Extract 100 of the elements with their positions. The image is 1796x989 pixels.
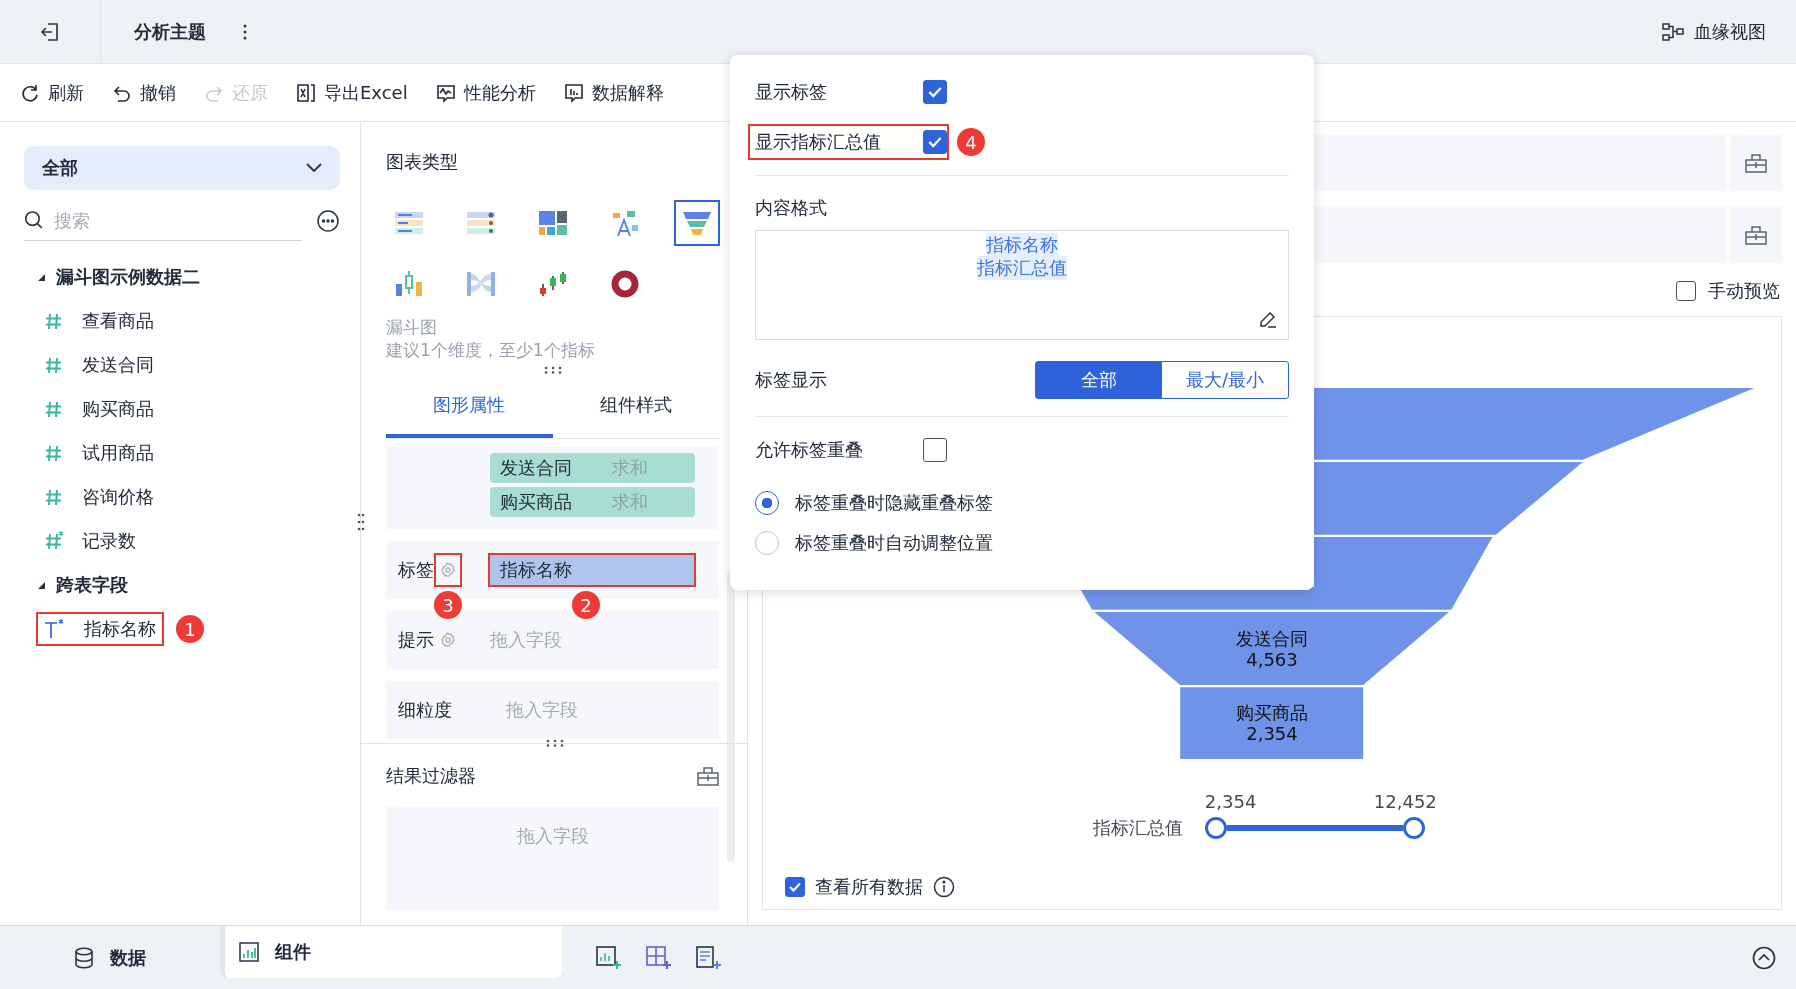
hash-icon bbox=[44, 487, 64, 507]
edit-icon[interactable] bbox=[1258, 309, 1278, 329]
measure-name: 购买商品 bbox=[500, 490, 572, 514]
segment-button[interactable]: 全部 bbox=[1036, 362, 1162, 398]
lineage-icon bbox=[1662, 21, 1684, 42]
slider-thumb[interactable] bbox=[1402, 817, 1425, 840]
format-token: 指标汇总值 bbox=[977, 256, 1067, 280]
slider-thumb[interactable] bbox=[1204, 817, 1227, 840]
checkbox[interactable] bbox=[923, 80, 947, 104]
checkbox[interactable] bbox=[1676, 281, 1696, 301]
slider-label: 指标汇总值 bbox=[1092, 816, 1183, 841]
option-label: 显示指标汇总值 bbox=[755, 130, 881, 154]
bottom-tab[interactable]: 组件 bbox=[220, 926, 562, 978]
drag-handle-icon[interactable] bbox=[542, 366, 563, 374]
format-editor[interactable]: 指标名称 指标汇总值 bbox=[755, 230, 1289, 340]
scrollbar[interactable] bbox=[727, 572, 735, 862]
hash-icon bbox=[44, 311, 64, 331]
radio-label: 标签重叠时自动调整位置 bbox=[795, 531, 993, 555]
field-name: 指标名称 bbox=[84, 617, 156, 641]
funnel-label: 购买商品 2,354 bbox=[1236, 702, 1308, 746]
toolbar-button[interactable]: 性能分析 bbox=[435, 80, 536, 105]
field-item[interactable]: 发送合同 bbox=[38, 350, 160, 380]
line-chart-icon bbox=[435, 82, 456, 103]
toolbox-icon[interactable] bbox=[697, 766, 719, 786]
toolbox-icon[interactable] bbox=[1745, 224, 1767, 245]
slider-min-value: 2,354 bbox=[1204, 790, 1257, 813]
checkbox-label: 查看所有数据 bbox=[815, 875, 923, 899]
callout-badge: 3 bbox=[434, 591, 462, 619]
treemap-icon bbox=[537, 208, 569, 238]
search-icon[interactable] bbox=[24, 209, 44, 231]
checkbox-label: 手动预览 bbox=[1708, 279, 1780, 303]
scope-dropdown[interactable]: 全部 bbox=[24, 146, 340, 190]
checkbox[interactable] bbox=[923, 130, 947, 154]
field-item[interactable]: 记录数 bbox=[38, 526, 142, 556]
toolbox-icon[interactable] bbox=[1745, 152, 1767, 173]
refresh-icon bbox=[20, 82, 40, 103]
slot-label: 标签 bbox=[398, 558, 434, 582]
toolbar-button[interactable]: 撤销 bbox=[112, 80, 176, 105]
hash-icon bbox=[44, 355, 64, 375]
callout-badge: 1 bbox=[176, 615, 204, 643]
bottom-tab[interactable]: 数据 bbox=[0, 926, 220, 989]
field-name: 咨询价格 bbox=[82, 485, 154, 509]
slider-max-value: 12,452 bbox=[1373, 790, 1437, 813]
option-label: 显示标签 bbox=[755, 80, 827, 104]
group-name[interactable]: 漏斗图示例数据二 bbox=[56, 265, 200, 289]
caret-icon[interactable] bbox=[36, 580, 46, 590]
chart-type-name: 漏斗图 bbox=[386, 316, 438, 339]
measure-name: 发送合同 bbox=[500, 456, 572, 480]
field-name: 发送合同 bbox=[82, 353, 154, 377]
field-item[interactable]: 查看商品 bbox=[38, 306, 160, 336]
slot-label: 细粒度 bbox=[398, 698, 452, 722]
field-item[interactable]: 咨询价格 bbox=[38, 482, 160, 512]
drag-handle-icon[interactable] bbox=[357, 512, 365, 532]
field-name: 试用商品 bbox=[82, 441, 154, 465]
property-tab[interactable]: 图形属性 bbox=[386, 376, 553, 438]
checkbox[interactable] bbox=[923, 438, 947, 462]
ring-icon bbox=[609, 268, 641, 298]
group-name[interactable]: 跨表字段 bbox=[56, 573, 128, 597]
field-name: 查看商品 bbox=[82, 309, 154, 333]
drag-handle-icon[interactable] bbox=[545, 739, 565, 747]
chart-type-hint: 建议1个维度，至少1个指标 bbox=[386, 339, 596, 362]
bar-chart-icon bbox=[563, 82, 584, 103]
exit-icon[interactable] bbox=[39, 20, 61, 43]
field-item[interactable]: 试用商品 bbox=[38, 438, 160, 468]
property-tab[interactable]: 组件样式 bbox=[552, 376, 719, 438]
chart-type-option[interactable] bbox=[674, 200, 720, 246]
search-field[interactable]: 搜索 bbox=[53, 209, 302, 231]
radio-button[interactable] bbox=[755, 491, 779, 515]
more-options-icon[interactable] bbox=[316, 208, 340, 233]
toolbar-button[interactable]: 数据解释 bbox=[563, 80, 664, 105]
toolbar-button[interactable]: 导出Excel bbox=[296, 80, 408, 105]
field-pill[interactable]: 指标名称 bbox=[490, 555, 694, 585]
lineage-view-button[interactable]: 血缘视图 bbox=[1662, 19, 1766, 44]
segment-button[interactable]: 最大/最小 bbox=[1162, 362, 1288, 398]
range-slider[interactable] bbox=[1204, 816, 1425, 841]
callout-badge: 4 bbox=[957, 128, 985, 156]
database-icon bbox=[74, 946, 94, 969]
checkbox[interactable] bbox=[785, 877, 805, 897]
field-item[interactable]: 购买商品 bbox=[38, 394, 160, 424]
hash-star-icon bbox=[44, 531, 64, 551]
text-field-icon bbox=[44, 619, 66, 639]
field-name: 记录数 bbox=[82, 529, 136, 553]
toolbar-button[interactable]: 刷新 bbox=[20, 80, 84, 105]
slot-label: 提示 bbox=[398, 628, 434, 652]
info-icon[interactable] bbox=[933, 876, 955, 898]
funnel-label: 发送合同 4,563 bbox=[1236, 628, 1308, 672]
add-report-icon[interactable] bbox=[696, 945, 722, 970]
hash-icon bbox=[44, 443, 64, 463]
field-item[interactable]: 指标名称 bbox=[38, 614, 162, 644]
collapse-icon[interactable] bbox=[1752, 945, 1776, 970]
field-name: 购买商品 bbox=[82, 397, 154, 421]
more-icon[interactable] bbox=[242, 23, 248, 40]
format-token: 指标名称 bbox=[986, 233, 1058, 257]
check-icon bbox=[788, 880, 802, 894]
bar-chart-icon bbox=[239, 942, 259, 962]
caret-icon[interactable] bbox=[36, 272, 46, 282]
add-table-icon[interactable] bbox=[646, 945, 672, 970]
hash-icon bbox=[44, 399, 64, 419]
add-chart-icon[interactable] bbox=[596, 945, 622, 970]
callout-badge: 2 bbox=[572, 591, 600, 619]
